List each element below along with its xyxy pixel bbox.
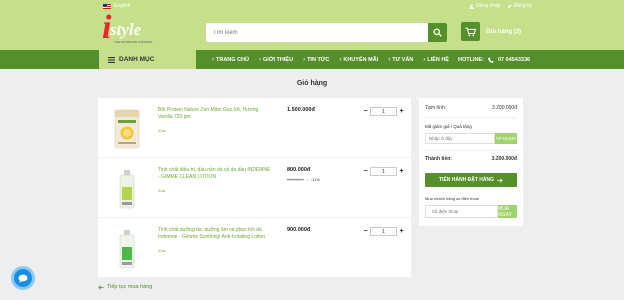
search-input[interactable] xyxy=(206,23,428,42)
login-link[interactable]: Đăng nhập xyxy=(469,3,501,9)
product-price: 900.000đ xyxy=(287,227,311,233)
nav-promotions[interactable]: KHUYẾN MÃI xyxy=(334,57,383,63)
account-links: Đăng nhập Đăng ký xyxy=(469,3,532,9)
quantity-stepper: − 1 + xyxy=(361,107,406,116)
cart-link[interactable]: Giỏ hàng (3) xyxy=(461,22,521,41)
quantity-input[interactable]: 1 xyxy=(370,167,397,176)
hotline-label: HOTLINE: xyxy=(458,56,484,63)
cart-item: Bột Protein Nature Zen Mầm Gạo lứt, Hươn… xyxy=(98,98,411,158)
buy-now-button[interactable]: MUA NGAY xyxy=(498,205,517,218)
product-name[interactable]: Bột Protein Nature Zen Mầm Gạo lứt, Hươn… xyxy=(158,107,273,121)
remove-item-link[interactable]: Xóa xyxy=(158,188,165,193)
pencil-icon xyxy=(507,4,512,8)
quantity-input[interactable]: 1 xyxy=(370,227,397,236)
remove-item-link[interactable]: Xóa xyxy=(158,128,165,133)
subtotal-line: Tạm tính: 3.200.000đ xyxy=(425,105,517,111)
cart-items-list: Bột Protein Nature Zen Mầm Gạo lứt, Hươn… xyxy=(98,98,411,277)
arrow-left-icon xyxy=(98,284,104,290)
product-name[interactable]: Tinh chất dưỡng da, dưỡng ẩm và phục hồi… xyxy=(158,227,273,241)
product-image[interactable] xyxy=(110,107,144,151)
quantity-stepper: − 1 + xyxy=(361,227,406,236)
category-menu-button[interactable]: DANH MỤC xyxy=(99,50,196,69)
increase-quantity-button[interactable]: + xyxy=(397,107,406,116)
product-image[interactable] xyxy=(110,167,144,211)
istyle-logo[interactable]: i style THE NUTRITION CONCEPT xyxy=(102,11,153,49)
coupon-label: Mã giảm giá / Quà tặng xyxy=(425,124,472,129)
chat-icon xyxy=(18,274,28,283)
product-price: 800.000đ xyxy=(287,167,311,173)
decrease-quantity-button[interactable]: − xyxy=(361,227,370,236)
quantity-input[interactable]: 1 xyxy=(370,107,397,116)
cart-item: Tinh chất điều trị, dầu nền da và da dầu… xyxy=(98,158,411,218)
nav-contact[interactable]: LIÊN HỆ xyxy=(418,57,454,63)
hotline[interactable]: HOTLINE: 07 04543336 xyxy=(458,50,530,69)
category-menu-label: DANH MỤC xyxy=(119,56,155,63)
product-image[interactable] xyxy=(110,227,144,271)
divider xyxy=(425,117,517,118)
chat-widget-button[interactable] xyxy=(14,269,32,287)
register-link[interactable]: Đăng ký xyxy=(507,3,532,9)
user-icon xyxy=(469,3,474,9)
order-summary: Tạm tính: 3.200.000đ Mã giảm giá / Quà t… xyxy=(419,98,523,226)
nav-news[interactable]: TIN TỨC xyxy=(298,57,334,63)
total-label: Thành tiền: xyxy=(425,156,452,162)
product-name[interactable]: Tinh chất điều trị, dầu nền da và da dầu… xyxy=(158,167,273,181)
price-divider: | xyxy=(306,177,308,182)
main-nav: DANH MỤC TRANG CHỦ GIỚI THIỆU TIN TỨC KH… xyxy=(0,50,624,69)
decrease-quantity-button[interactable]: − xyxy=(361,167,370,176)
logo-tagline: THE NUTRITION CONCEPT xyxy=(114,40,153,44)
nav-links: TRANG CHỦ GIỚI THIỆU TIN TỨC KHUYẾN MÃI … xyxy=(207,50,454,69)
subtotal-value: 3.200.000đ xyxy=(491,105,517,111)
discount-badge: -11% xyxy=(310,177,320,182)
quick-buy-label: Mua nhanh bằng số điện thoại xyxy=(425,196,479,201)
apply-coupon-button[interactable]: ÁP DỤNG xyxy=(495,133,517,144)
total-line: Thành tiền: 3.200.000đ xyxy=(425,156,517,162)
coupon-form: ÁP DỤNG xyxy=(425,133,517,144)
increase-quantity-button[interactable]: + xyxy=(397,167,406,176)
product-price: 1.500.000đ xyxy=(287,107,315,113)
hotline-number: 07 04543336 xyxy=(497,56,531,63)
subtotal-label: Tạm tính: xyxy=(425,105,447,111)
nav-about[interactable]: GIỚI THIỆU xyxy=(254,57,298,63)
search-bar xyxy=(206,23,447,42)
original-price: 900.000đ xyxy=(287,177,304,182)
logo-word: style xyxy=(110,20,142,39)
cart-icon xyxy=(461,22,480,41)
page-title: Giỏ hàng xyxy=(296,80,328,87)
continue-shopping-link[interactable]: Tiếp tục mua hàng xyxy=(98,284,152,290)
quantity-stepper: − 1 + xyxy=(361,167,406,176)
increase-quantity-button[interactable]: + xyxy=(397,227,406,236)
header: English Đăng nhập Đăng ký i style THE NU… xyxy=(0,0,624,50)
search-button[interactable] xyxy=(428,23,447,42)
total-value: 3.200.000đ xyxy=(491,156,517,162)
coupon-input[interactable] xyxy=(425,133,495,144)
search-icon xyxy=(433,28,442,37)
decrease-quantity-button[interactable]: − xyxy=(361,107,370,116)
arrow-right-icon xyxy=(497,177,503,183)
nav-home[interactable]: TRANG CHỦ xyxy=(207,57,254,63)
old-price-group: 900.000đ | -11% xyxy=(287,177,320,182)
uk-flag-icon xyxy=(103,3,111,9)
hamburger-icon xyxy=(108,56,115,63)
quick-buy-form: MUA NGAY xyxy=(425,205,517,218)
remove-item-link[interactable]: Xóa xyxy=(158,248,165,253)
nav-consult[interactable]: TƯ VẤN xyxy=(383,57,418,63)
phone-input[interactable] xyxy=(425,205,498,218)
language-label: English xyxy=(114,3,131,9)
cart-label: Giỏ hàng (3) xyxy=(486,28,521,35)
phone-icon xyxy=(488,56,494,63)
divider xyxy=(425,150,517,151)
cart-item: Tinh chất dưỡng da, dưỡng ẩm và phục hồi… xyxy=(98,218,411,278)
checkout-button[interactable]: TIẾN HÀNH ĐẶT HÀNG xyxy=(425,173,517,187)
